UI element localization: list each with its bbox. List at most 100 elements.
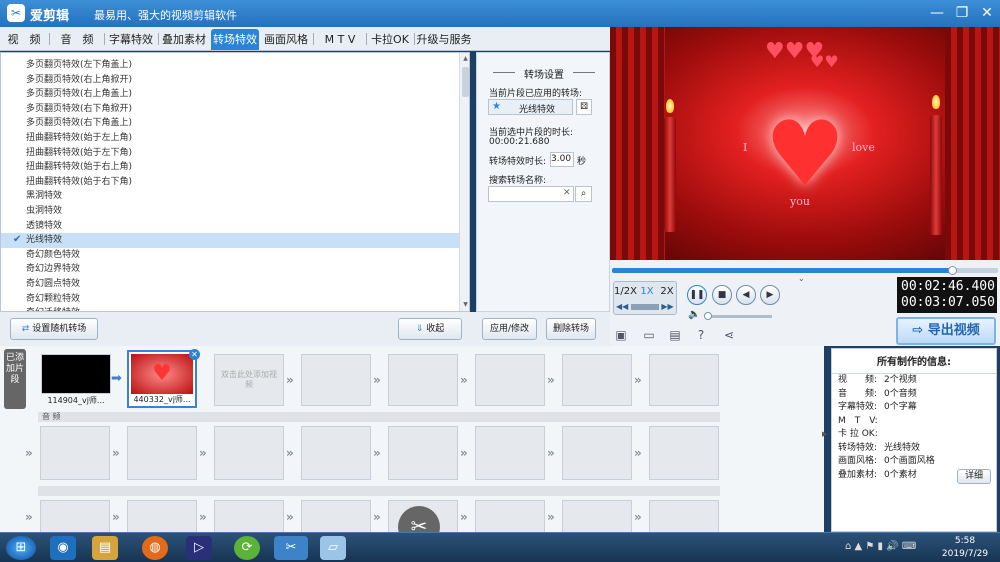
open-folder-icon[interactable]: ▭: [642, 328, 656, 342]
share-icon[interactable]: ⋖: [722, 328, 736, 342]
tab-overlay[interactable]: 叠加素材: [160, 29, 208, 50]
tab-karaoke[interactable]: 卡拉OK: [368, 29, 412, 50]
rewind-icon[interactable]: ◀◀: [616, 302, 628, 311]
empty-clip-slot[interactable]: [388, 426, 458, 480]
speed-half-button[interactable]: 1/2X: [614, 284, 637, 300]
save-icon[interactable]: ▤: [668, 328, 682, 342]
tab-transition[interactable]: 转场特效: [211, 29, 259, 50]
notes-app-icon[interactable]: ▱: [320, 536, 346, 560]
clip-selected[interactable]: ♥ 440332_vj师...: [127, 350, 197, 408]
empty-clip-slot[interactable]: [649, 500, 719, 534]
maximize-button[interactable]: ❐: [950, 3, 974, 23]
empty-clip-slot[interactable]: [475, 426, 545, 480]
empty-clip-slot[interactable]: [40, 426, 110, 480]
refresh-app-icon[interactable]: ⟳: [234, 536, 260, 560]
tab-upgrade[interactable]: 升级与服务: [416, 29, 472, 50]
empty-clip-slot[interactable]: [40, 500, 110, 534]
scroll-up-icon[interactable]: ▲: [461, 54, 469, 64]
effect-list-item[interactable]: 奇幻圆点特效: [1, 277, 459, 292]
video-app-icon[interactable]: ▷: [186, 536, 212, 560]
file-explorer-icon[interactable]: ▤: [92, 536, 118, 560]
tab-mtv[interactable]: M T V: [316, 29, 364, 50]
collapse-right-icon[interactable]: ▶: [822, 430, 827, 438]
empty-clip-slot[interactable]: [301, 426, 371, 480]
empty-clip-slot[interactable]: [214, 426, 284, 480]
search-transition-input[interactable]: [488, 186, 574, 202]
tab-audio[interactable]: 音 频: [54, 29, 100, 50]
minimize-button[interactable]: —: [925, 3, 949, 23]
remove-clip-icon[interactable]: ✕: [189, 349, 200, 360]
effect-list-item[interactable]: 多页翻页特效(右上角掀开): [1, 73, 459, 88]
empty-clip-slot[interactable]: [562, 354, 632, 406]
effect-list-item[interactable]: 扭曲翻转特效(始于右上角): [1, 160, 459, 175]
media-player-icon[interactable]: ◉: [50, 536, 76, 560]
next-button[interactable]: ▶: [760, 285, 780, 305]
detail-button[interactable]: 详细: [957, 469, 991, 484]
empty-clip-slot[interactable]: [301, 354, 371, 406]
apply-modify-button[interactable]: 应用/修改: [482, 318, 537, 340]
fast-forward-icon[interactable]: ▶▶: [661, 302, 673, 311]
empty-clip-slot[interactable]: [388, 354, 458, 406]
help-icon[interactable]: ?: [694, 328, 708, 342]
effect-list-item[interactable]: 奇幻颜色特效: [1, 248, 459, 263]
effect-list-item[interactable]: 扭曲翻转特效(始于右下角): [1, 175, 459, 190]
pause-button[interactable]: ❚❚: [687, 285, 707, 305]
expand-chevron-icon[interactable]: ⌄: [798, 274, 805, 283]
effect-list-item[interactable]: 扭曲翻转特效(始于左上角): [1, 131, 459, 146]
effect-list-scrollbar[interactable]: ▲ ▼: [459, 53, 469, 311]
effect-list-item[interactable]: 黑洞特效: [1, 189, 459, 204]
previous-button[interactable]: ◀: [736, 285, 756, 305]
effect-list-item[interactable]: 扭曲翻转特效(始于左下角): [1, 146, 459, 161]
effect-list-item[interactable]: 透镜特效: [1, 219, 459, 234]
effect-list-item[interactable]: 多页翻页特效(右下角盖上): [1, 116, 459, 131]
random-transition-button[interactable]: ⇄ 设置随机转场: [10, 318, 98, 340]
tray-icons[interactable]: ⌂ ▲ ⚑ ▮ 🔊 ⌨: [845, 541, 916, 552]
added-clips-tab[interactable]: 已添加片段: [4, 349, 26, 409]
seek-thumb[interactable]: [947, 266, 957, 275]
start-button[interactable]: ⊞: [6, 536, 36, 560]
clip-thumbnail[interactable]: [41, 354, 111, 394]
effect-list-item[interactable]: 奇幻边界特效: [1, 262, 459, 277]
empty-clip-slot[interactable]: [475, 500, 545, 534]
export-video-button[interactable]: ⇨ 导出视频: [896, 317, 996, 345]
seek-bar[interactable]: [612, 266, 998, 275]
tab-video[interactable]: 视 频: [4, 29, 44, 50]
firefox-icon[interactable]: ◍: [142, 536, 168, 560]
add-video-placeholder[interactable]: 双击此处添加视频: [214, 354, 284, 406]
search-icon[interactable]: ⌕: [575, 186, 592, 202]
effect-list-item[interactable]: ✔ 光线特效: [1, 233, 459, 248]
empty-clip-slot[interactable]: [475, 354, 545, 406]
delete-transition-button[interactable]: 删除转场: [546, 318, 596, 340]
effect-list-item[interactable]: 多页翻页特效(左下角盖上): [1, 58, 459, 73]
volume-slider[interactable]: [704, 312, 772, 320]
collapse-button[interactable]: ⇓ 收起: [398, 318, 462, 340]
effect-list-item[interactable]: 多页翻页特效(右上角盖上): [1, 87, 459, 102]
speed-1x-button[interactable]: 1X: [636, 284, 658, 300]
empty-clip-slot[interactable]: [649, 354, 719, 406]
taskbar-clock[interactable]: 5:58 2019/7/29: [935, 535, 995, 561]
empty-clip-slot[interactable]: [127, 426, 197, 480]
empty-clip-slot[interactable]: [649, 426, 719, 480]
empty-clip-slot[interactable]: [562, 500, 632, 534]
aijianji-taskbar-icon[interactable]: ✂: [274, 536, 308, 560]
empty-clip-slot[interactable]: [127, 500, 197, 534]
video-preview[interactable]: ♥ ♥♥♥ ♥♥ I love you: [610, 27, 1000, 260]
tab-subtitle[interactable]: 字幕特效: [107, 29, 155, 50]
clear-search-icon[interactable]: ✕: [563, 188, 571, 198]
dice-icon[interactable]: ⚄: [576, 99, 592, 115]
tab-style[interactable]: 画面风格: [262, 29, 310, 50]
effect-list-item[interactable]: 虫洞特效: [1, 204, 459, 219]
effect-duration-input[interactable]: 3.00: [550, 152, 574, 167]
scroll-down-icon[interactable]: ▼: [461, 300, 469, 310]
empty-clip-slot[interactable]: [301, 500, 371, 534]
empty-clip-slot[interactable]: [562, 426, 632, 480]
effect-list-item[interactable]: 多页翻页特效(右下角掀开): [1, 102, 459, 117]
scroll-thumb[interactable]: [462, 67, 469, 97]
empty-clip-slot[interactable]: [214, 500, 284, 534]
speed-2x-button[interactable]: 2X: [656, 284, 678, 300]
effect-list-item[interactable]: 奇幻颗粒特效: [1, 292, 459, 307]
volume-icon[interactable]: 🔈: [688, 309, 700, 320]
stop-button[interactable]: ■: [712, 285, 732, 305]
new-project-icon[interactable]: ▣: [614, 328, 628, 342]
close-button[interactable]: ✕: [975, 3, 999, 23]
